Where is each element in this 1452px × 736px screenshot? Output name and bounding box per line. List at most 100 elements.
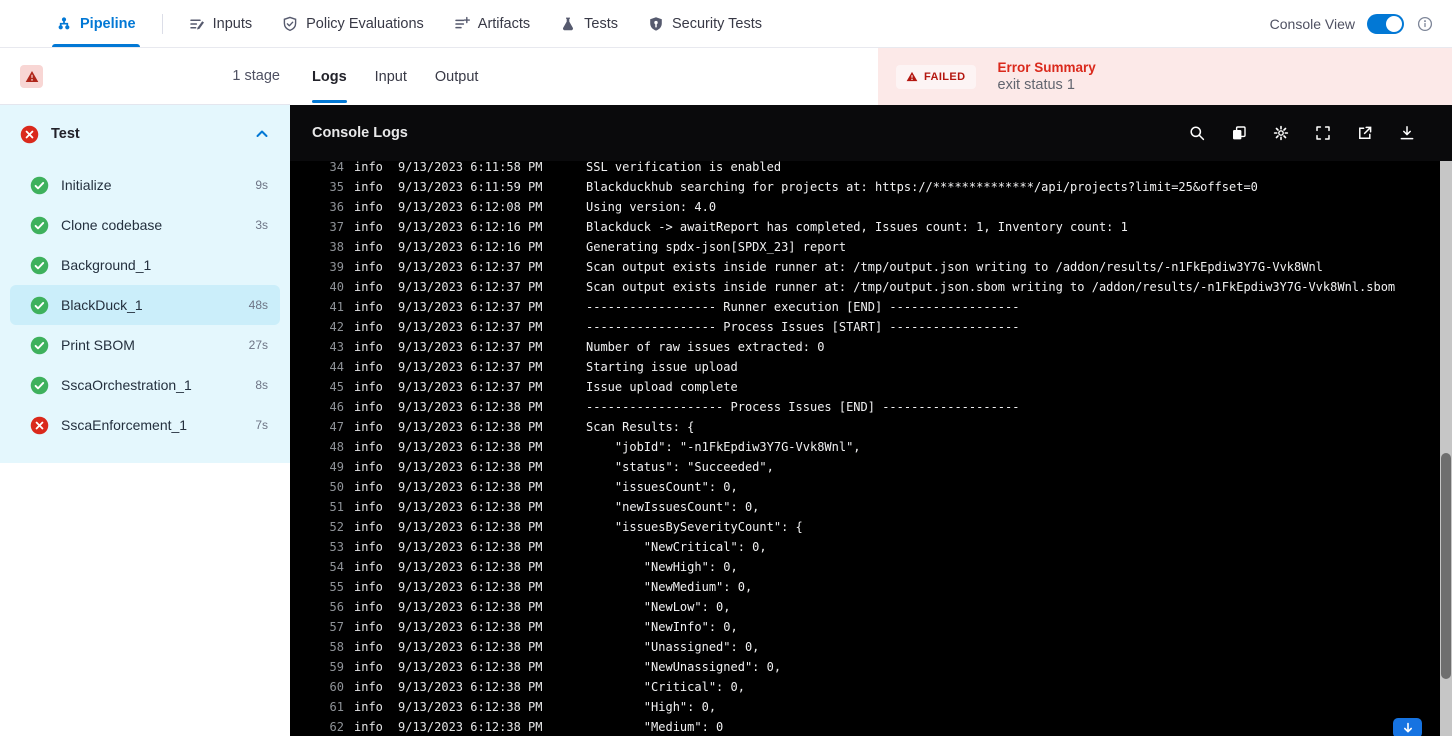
- tab-security-tests[interactable]: Security Tests: [648, 0, 762, 47]
- step-row-clone-codebase[interactable]: Clone codebase 3s: [10, 205, 280, 245]
- log-line: 62 info 9/13/2023 6:12:38 PM "Medium": 0: [290, 717, 1440, 736]
- log-line-number: 51: [329, 500, 344, 514]
- chevron-up-icon[interactable]: [254, 126, 270, 142]
- log-message: Issue upload complete: [586, 380, 738, 394]
- tab-pipeline[interactable]: Pipeline: [52, 0, 140, 47]
- log-line: 49 info 9/13/2023 6:12:38 PM "status": "Su…: [290, 457, 1440, 477]
- download-icon[interactable]: [1398, 124, 1416, 142]
- log-message: "newIssuesCount": 0,: [586, 500, 760, 514]
- log-line-number: 46: [329, 400, 344, 414]
- log-line-number: 44: [329, 360, 344, 374]
- step-label: Background_1: [61, 257, 152, 273]
- tab-logs[interactable]: Logs: [312, 48, 347, 105]
- fullscreen-icon[interactable]: [1314, 124, 1332, 142]
- log-timestamp: 9/13/2023 6:12:16 PM: [398, 240, 543, 254]
- log-message: ------------------- Process Issues [END]…: [586, 400, 1020, 414]
- log-level: info: [354, 300, 383, 314]
- log-line: 35 info 9/13/2023 6:11:59 PM Blackduckhub s…: [290, 177, 1440, 197]
- search-icon[interactable]: [1188, 124, 1206, 142]
- step-label: Clone codebase: [61, 217, 163, 233]
- log-timestamp: 9/13/2023 6:12:37 PM: [398, 340, 543, 354]
- tab-output[interactable]: Output: [435, 48, 479, 105]
- step-duration: 8s: [255, 378, 268, 392]
- main-content: Logs Input Output FAILED Error Summary exi…: [290, 48, 1452, 736]
- detail-tabs: Logs Input Output: [290, 48, 506, 105]
- log-line: 38 info 9/13/2023 6:12:16 PM Generating spd…: [290, 237, 1440, 257]
- stage-header[interactable]: Test: [0, 105, 290, 163]
- log-message: "Unassigned": 0,: [586, 640, 760, 654]
- log-line: 43 info 9/13/2023 6:12:37 PM Number of raw …: [290, 337, 1440, 357]
- log-message: "Critical": 0,: [586, 680, 745, 694]
- log-message: "NewMedium": 0,: [586, 580, 753, 594]
- tab-tests[interactable]: Tests: [560, 0, 618, 47]
- info-circle-icon[interactable]: [1416, 15, 1434, 33]
- step-row-background-1[interactable]: Background_1: [10, 245, 280, 285]
- log-line: 54 info 9/13/2023 6:12:38 PM "NewHigh": 0,: [290, 557, 1440, 577]
- log-line: 44 info 9/13/2023 6:12:37 PM Starting issue…: [290, 357, 1440, 377]
- success-circle-icon: [30, 216, 49, 235]
- tab-inputs[interactable]: Inputs: [189, 0, 252, 47]
- log-message: ------------------ Process Issues [START…: [586, 320, 1020, 334]
- log-message: "issuesCount": 0,: [586, 480, 738, 494]
- log-level: info: [354, 320, 383, 334]
- console-view-toggle[interactable]: [1367, 13, 1404, 34]
- settings-icon[interactable]: [1272, 124, 1290, 142]
- console-view-label: Console View: [1269, 15, 1355, 32]
- log-timestamp: 9/13/2023 6:12:37 PM: [398, 380, 543, 394]
- success-circle-icon: [30, 376, 49, 395]
- log-message: "jobId": "-n1FkEpdiw3Y7G-Vvk8Wnl",: [586, 440, 861, 454]
- step-label: SscaOrchestration_1: [61, 377, 192, 393]
- log-line-number: 62: [329, 720, 344, 734]
- log-timestamp: 9/13/2023 6:12:38 PM: [398, 480, 543, 494]
- step-row-sscaorchestration-1[interactable]: SscaOrchestration_1 8s: [10, 365, 280, 405]
- status-badge-label: FAILED: [924, 70, 966, 83]
- tab-input[interactable]: Input: [375, 48, 407, 105]
- log-message: Scan output exists inside runner at: /tm…: [586, 260, 1323, 274]
- step-row-blackduck-1[interactable]: BlackDuck_1 48s: [10, 285, 280, 325]
- log-line-number: 47: [329, 420, 344, 434]
- log-line-number: 35: [329, 180, 344, 194]
- log-level: info: [354, 480, 383, 494]
- log-line-number: 48: [329, 440, 344, 454]
- step-label: SscaEnforcement_1: [61, 417, 188, 433]
- log-timestamp: 9/13/2023 6:12:38 PM: [398, 560, 543, 574]
- log-scrollbar-track[interactable]: [1440, 161, 1452, 736]
- step-row-print-sbom[interactable]: Print SBOM 27s: [10, 325, 280, 365]
- success-circle-icon: [30, 336, 49, 355]
- log-timestamp: 9/13/2023 6:11:59 PM: [398, 180, 543, 194]
- log-message: Number of raw issues extracted: 0: [586, 340, 825, 354]
- log-timestamp: 9/13/2023 6:12:38 PM: [398, 540, 543, 554]
- log-level: info: [354, 580, 383, 594]
- log-level: info: [354, 340, 383, 354]
- step-list: Initialize 9s Clone codebase 3s Background_1…: [0, 163, 290, 447]
- log-message: Blackduck -> awaitReport has completed, …: [586, 220, 1128, 234]
- log-line: 56 info 9/13/2023 6:12:38 PM "NewLow": 0,: [290, 597, 1440, 617]
- tab-label: Security Tests: [672, 15, 762, 32]
- step-duration: 9s: [255, 178, 268, 192]
- log-line-number: 61: [329, 700, 344, 714]
- log-viewport[interactable]: 34 info 9/13/2023 6:11:58 PM SSL verificati…: [290, 161, 1440, 736]
- step-row-initialize[interactable]: Initialize 9s: [10, 165, 280, 205]
- log-line-number: 42: [329, 320, 344, 334]
- tab-label: Artifacts: [477, 15, 531, 32]
- log-line-number: 41: [329, 300, 344, 314]
- log-line-number: 49: [329, 460, 344, 474]
- scroll-to-bottom-button[interactable]: [1393, 718, 1422, 736]
- step-row-sscaenforcement-1[interactable]: SscaEnforcement_1 7s: [10, 405, 280, 445]
- log-line-number: 43: [329, 340, 344, 354]
- log-line: 36 info 9/13/2023 6:12:08 PM Using version:…: [290, 197, 1440, 217]
- open-in-new-icon[interactable]: [1356, 124, 1374, 142]
- log-message: Scan Results: {: [586, 420, 695, 434]
- copy-icon[interactable]: [1230, 124, 1248, 142]
- log-message: "NewCritical": 0,: [586, 540, 767, 554]
- log-timestamp: 9/13/2023 6:12:38 PM: [398, 440, 543, 454]
- nav-divider: [161, 13, 163, 34]
- log-line: 46 info 9/13/2023 6:12:38 PM --------------…: [290, 397, 1440, 417]
- error-texts: Error Summary exit status 1: [998, 60, 1096, 93]
- log-scrollbar-thumb[interactable]: [1441, 453, 1451, 679]
- log-timestamp: 9/13/2023 6:12:38 PM: [398, 460, 543, 474]
- log-line: 50 info 9/13/2023 6:12:38 PM "issuesCount"…: [290, 477, 1440, 497]
- stage-summary-row: 1 stage: [0, 48, 290, 105]
- tab-policy-evaluations[interactable]: Policy Evaluations: [282, 0, 424, 47]
- tab-artifacts[interactable]: Artifacts: [454, 0, 530, 47]
